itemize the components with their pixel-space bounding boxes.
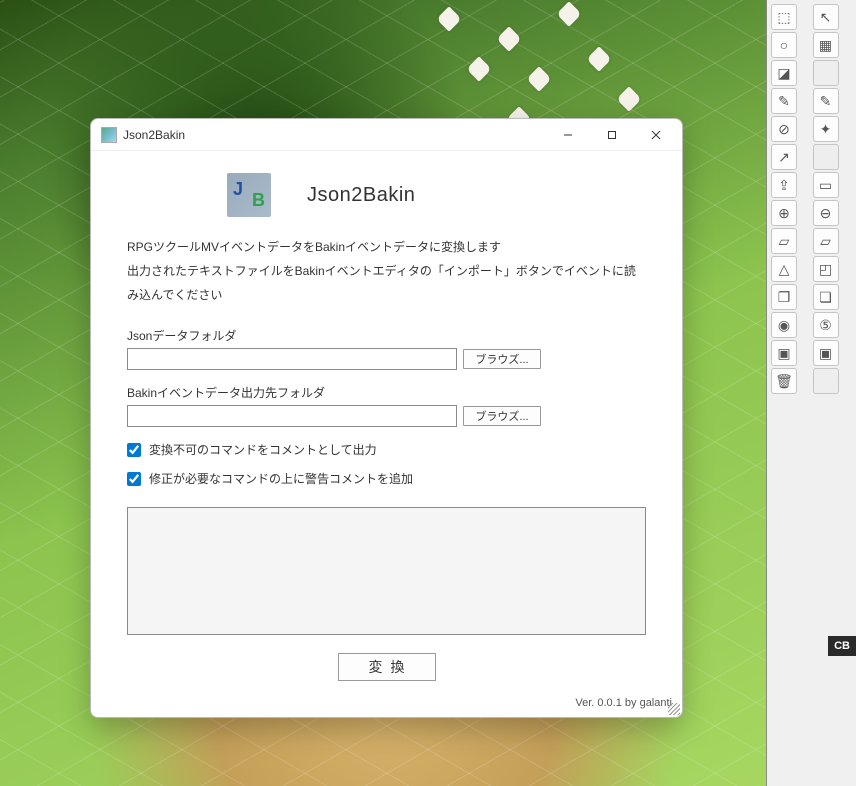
flatten-icon[interactable]: ▭	[813, 172, 839, 198]
align-icon[interactable]: ⊖	[813, 200, 839, 226]
layer1-icon[interactable]: ▣	[771, 340, 797, 366]
app-logo-icon	[227, 173, 271, 217]
convert-row: 変換	[127, 635, 646, 687]
lasso-icon[interactable]: ○	[771, 32, 797, 58]
blank-1	[813, 60, 839, 86]
magic-icon[interactable]: ✦	[813, 116, 839, 142]
checkbox2-label[interactable]: 修正が必要なコマンドの上に警告コメントを追加	[149, 470, 413, 487]
maximize-button[interactable]	[590, 120, 634, 150]
layer2-icon[interactable]: ▣	[813, 340, 839, 366]
output-folder-input[interactable]	[127, 405, 457, 427]
json-browse-button[interactable]: ブラウズ...	[463, 349, 541, 369]
shape1-icon[interactable]: ▱	[771, 228, 797, 254]
pencil2-icon[interactable]: ✎	[813, 88, 839, 114]
header-row: Json2Bakin	[127, 165, 646, 235]
json-folder-label: Jsonデータフォルダ	[127, 327, 646, 344]
app-title: Json2Bakin	[307, 184, 415, 207]
output-folder-row: ブラウズ...	[127, 405, 646, 427]
convert-button[interactable]: 変換	[338, 653, 436, 681]
blank-2	[813, 144, 839, 170]
cb-label: CB	[828, 636, 856, 656]
resize-grip[interactable]	[668, 703, 680, 715]
grid-icon[interactable]: ▦	[813, 32, 839, 58]
titlebar-title: Json2Bakin	[123, 128, 546, 142]
titlebar-app-icon	[101, 127, 117, 143]
description-text: RPGツクールMVイベントデータをBakinイベントデータに変換します 出力され…	[127, 235, 646, 307]
json2bakin-window: Json2Bakin Json2Bakin RPGツクールMVイベントデータをB…	[90, 118, 683, 718]
checkbox2-row: 修正が必要なコマンドの上に警告コメントを追加	[127, 470, 646, 487]
log-output[interactable]	[127, 507, 646, 635]
center-icon[interactable]: ⊕	[771, 200, 797, 226]
output-browse-button[interactable]: ブラウズ...	[463, 406, 541, 426]
checkbox1-row: 変換不可のコマンドをコメントとして出力	[127, 441, 646, 458]
checkbox1-label[interactable]: 変換不可のコマンドをコメントとして出力	[149, 441, 377, 458]
unconvertible-as-comment-checkbox[interactable]	[127, 443, 141, 457]
desc-line-2: 出力されたテキストファイルをBakinイベントエディタの「インポート」ボタンでイ…	[127, 259, 646, 307]
paste-icon[interactable]: ❏	[813, 284, 839, 310]
pointer-icon[interactable]: ↖	[813, 4, 839, 30]
shape2-icon[interactable]: ▱	[813, 228, 839, 254]
output-folder-label: Bakinイベントデータ出力先フォルダ	[127, 384, 646, 401]
warning-comment-checkbox[interactable]	[127, 472, 141, 486]
titlebar[interactable]: Json2Bakin	[91, 119, 682, 151]
desc-line-1: RPGツクールMVイベントデータをBakinイベントデータに変換します	[127, 235, 646, 259]
path-icon[interactable]: ↗	[771, 144, 797, 170]
pencil-icon[interactable]: ✎	[771, 88, 797, 114]
num-icon[interactable]: ⑤	[813, 312, 839, 338]
version-text: Ver. 0.0.1 by galanti	[91, 697, 682, 717]
window-body: Json2Bakin RPGツクールMVイベントデータをBakinイベントデータ…	[91, 151, 682, 697]
trash-icon[interactable]: 🗑	[771, 368, 797, 394]
json-folder-row: ブラウズ...	[127, 348, 646, 370]
select-rect-icon[interactable]: ⬚	[771, 4, 797, 30]
eraser-icon[interactable]: ⊘	[771, 116, 797, 142]
copy-icon[interactable]: ❐	[771, 284, 797, 310]
view-icon[interactable]: ◉	[771, 312, 797, 338]
slope-icon[interactable]: △	[771, 256, 797, 282]
toolbar-grid: ⬚↖○▦◪✎✎⊘✦↗⇪▭⊕⊖▱▱△◰❐❏◉⑤▣▣🗑	[767, 0, 856, 398]
minimize-button[interactable]	[546, 120, 590, 150]
terrain-icon[interactable]: ◪	[771, 60, 797, 86]
json-folder-input[interactable]	[127, 348, 457, 370]
right-toolbar-panel: ⬚↖○▦◪✎✎⊘✦↗⇪▭⊕⊖▱▱△◰❐❏◉⑤▣▣🗑 CB	[766, 0, 856, 786]
corner-icon[interactable]: ◰	[813, 256, 839, 282]
raise-icon[interactable]: ⇪	[771, 172, 797, 198]
close-button[interactable]	[634, 120, 678, 150]
blank-3	[813, 368, 839, 394]
